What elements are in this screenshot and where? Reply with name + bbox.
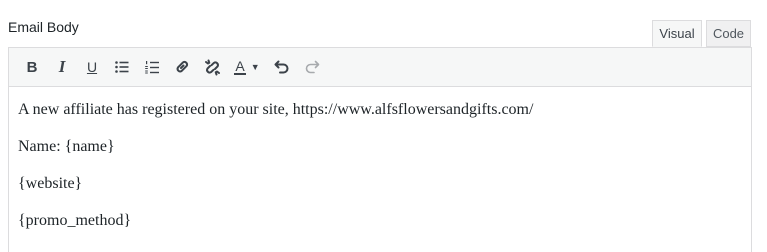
italic-icon: I bbox=[58, 57, 66, 76]
italic-button[interactable]: I bbox=[47, 52, 77, 82]
content-paragraph: A new affiliate has registered on your s… bbox=[18, 101, 534, 118]
unlink-icon bbox=[204, 59, 220, 75]
bold-button[interactable]: B bbox=[17, 52, 47, 82]
link-icon bbox=[176, 60, 189, 73]
email-body-label: Email Body bbox=[8, 19, 79, 35]
undo-button[interactable] bbox=[267, 52, 297, 82]
numbered-list-icon bbox=[145, 60, 159, 73]
remove-link-button[interactable] bbox=[197, 52, 227, 82]
editor-content-area[interactable]: A new affiliate has registered on your s… bbox=[9, 87, 751, 231]
text-color-button[interactable]: A ▼ bbox=[227, 52, 267, 82]
insert-link-button[interactable] bbox=[167, 52, 197, 82]
redo-button[interactable] bbox=[297, 52, 327, 82]
redo-icon bbox=[305, 60, 320, 74]
content-paragraph: Name: {name} bbox=[18, 138, 115, 155]
content-paragraph: {website} bbox=[18, 175, 83, 192]
underline-icon: U bbox=[86, 59, 98, 75]
bulleted-list-button[interactable] bbox=[107, 52, 137, 82]
caret-down-icon: ▼ bbox=[250, 62, 260, 72]
rich-text-editor: B I U A ▼ A new affiliate has registered… bbox=[8, 47, 752, 252]
text-color-icon: A bbox=[234, 57, 246, 75]
tab-code[interactable]: Code bbox=[706, 20, 751, 47]
numbered-list-button[interactable] bbox=[137, 52, 167, 82]
tab-visual[interactable]: Visual bbox=[652, 20, 702, 47]
content-paragraph: {promo_method} bbox=[18, 212, 132, 229]
undo-icon bbox=[274, 60, 289, 74]
editor-toolbar: B I U A ▼ bbox=[9, 48, 751, 87]
bulleted-list-icon bbox=[115, 61, 129, 73]
underline-button[interactable]: U bbox=[77, 52, 107, 82]
bold-icon: B bbox=[26, 58, 38, 76]
